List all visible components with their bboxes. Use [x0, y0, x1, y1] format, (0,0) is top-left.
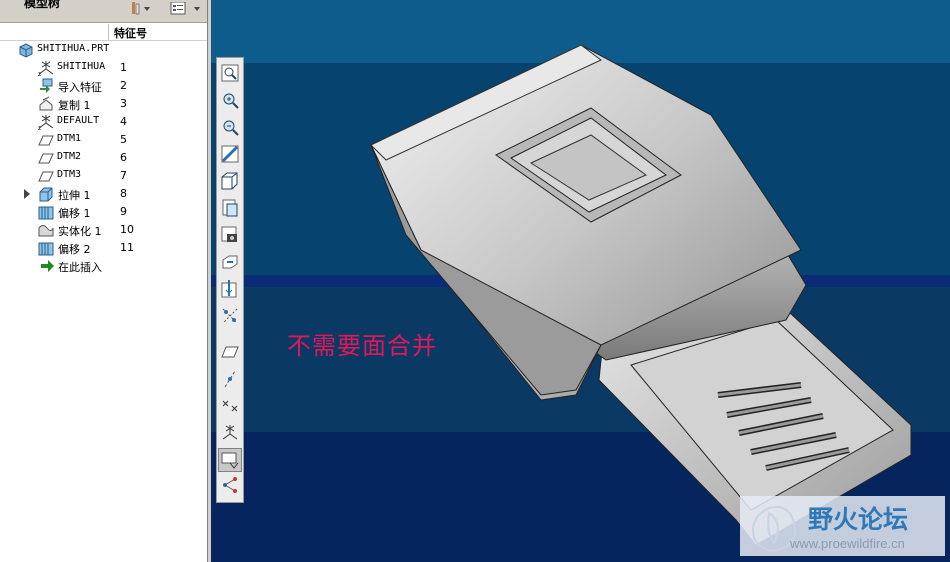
part-icon	[18, 42, 34, 58]
tree-item-label: 实体化 1	[58, 225, 102, 238]
svg-text:z: z	[38, 71, 41, 76]
tree-root-part[interactable]: SHITIHUA.PRT	[0, 41, 207, 59]
tree-item-label: 复制 1	[58, 99, 91, 112]
tree-item-label: 拉伸 1	[58, 189, 91, 202]
tree-item-label: SHITIHUA	[57, 61, 106, 72]
feature-number: 1	[120, 61, 127, 74]
feature-number: 10	[120, 223, 134, 236]
model-tree-panel: 模型树 特征号 SHITIHUA.PRT z SHITIHUA 1 导入特征 2	[0, 0, 208, 562]
tree-item-extrude-1[interactable]: 拉伸 1 8	[0, 185, 207, 203]
tree-item-solidify-1[interactable]: 实体化 1 10	[0, 221, 207, 239]
feature-number: 2	[120, 79, 127, 92]
datum-plane-icon	[38, 168, 54, 184]
csys-icon: z	[38, 60, 54, 78]
datum-plane-display-icon[interactable]	[219, 341, 241, 363]
model-tree-toggle-icon[interactable]	[219, 474, 241, 496]
tree-item-insert-here[interactable]: 在此插入	[0, 257, 207, 275]
feature-number: 4	[120, 115, 127, 128]
tree-item-default-csys[interactable]: z DEFAULT 4	[0, 113, 207, 132]
orient-icon[interactable]	[219, 170, 241, 192]
offset-icon	[38, 204, 54, 220]
view-toolbar	[216, 57, 244, 503]
repaint-icon[interactable]	[219, 143, 241, 165]
feature-number: 6	[120, 151, 127, 164]
tree-item-label: DEFAULT	[57, 115, 100, 126]
tree-column-header: 特征号	[0, 24, 207, 41]
feature-number: 7	[120, 169, 127, 182]
tree-item-label: 偏移 1	[58, 207, 91, 220]
model-tree-title: 模型树	[24, 0, 61, 10]
zoom-in-icon[interactable]	[219, 89, 241, 111]
import-feature-icon	[38, 78, 54, 94]
datum-point-display-icon[interactable]	[219, 305, 241, 327]
tree-item-shitihua[interactable]: z SHITIHUA 1	[0, 59, 207, 78]
tree-root-label: SHITIHUA.PRT	[37, 43, 110, 54]
tree-item-label: 偏移 2	[58, 243, 91, 256]
csys-on-off-icon[interactable]	[219, 422, 241, 444]
tree-item-offset-2[interactable]: 偏移 2 11	[0, 239, 207, 257]
logo-title: 野火论坛	[808, 505, 909, 534]
proewildfire-watermark-logo: 野火论坛 www.proewildfire.cn	[740, 496, 945, 556]
zoom-out-icon[interactable]	[219, 116, 241, 138]
feature-number: 9	[120, 205, 127, 218]
datum-plane-icon	[38, 150, 54, 166]
datum-plane-icon	[38, 132, 54, 148]
tree-item-dtm3[interactable]: DTM3 7	[0, 167, 207, 185]
spin-center-icon[interactable]	[219, 251, 241, 273]
model-tree-header: 模型树	[0, 0, 207, 23]
csys-icon: z	[38, 114, 54, 132]
graphics-viewport[interactable]: 不需要面合并	[211, 0, 950, 562]
tree-item-import-feature[interactable]: 导入特征 2	[0, 77, 207, 95]
svg-text:z: z	[38, 125, 41, 130]
tree-item-copy-1[interactable]: 复制 1 3	[0, 95, 207, 113]
feature-number: 3	[120, 97, 127, 110]
zoom-refit-icon[interactable]	[219, 62, 241, 84]
feature-number: 11	[120, 241, 134, 254]
tree-filter-icon[interactable]	[170, 1, 200, 15]
extrude-icon	[38, 186, 54, 202]
expand-arrow-icon[interactable]	[24, 189, 30, 199]
tree-item-label: DTM3	[57, 169, 82, 180]
feature-number: 8	[120, 187, 127, 200]
annotation-display-icon[interactable]	[218, 448, 242, 472]
copy-icon	[38, 96, 54, 112]
tree-item-offset-1[interactable]: 偏移 1 9	[0, 203, 207, 221]
tree-item-label: 在此插入	[58, 261, 102, 274]
solidify-icon	[38, 222, 54, 238]
offset-icon	[38, 240, 54, 256]
annotation-text: 不需要面合并	[287, 332, 437, 360]
datum-axis-display-icon[interactable]	[219, 278, 241, 300]
feature-number: 5	[120, 133, 127, 146]
feature-number-column-label: 特征号	[114, 27, 147, 40]
logo-url: www.proewildfire.cn	[790, 536, 905, 551]
axis-on-off-icon[interactable]	[219, 368, 241, 390]
tree-item-label: DTM1	[57, 133, 82, 144]
tree-item-dtm1[interactable]: DTM1 5	[0, 131, 207, 149]
tree-item-label: 导入特征	[58, 81, 102, 94]
tree-item-dtm2[interactable]: DTM2 6	[0, 149, 207, 167]
insert-here-arrow-icon	[40, 258, 56, 274]
usb-model-render[interactable]	[211, 0, 950, 562]
point-on-off-icon[interactable]	[219, 395, 241, 417]
tree-item-label: DTM2	[57, 151, 82, 162]
layers-icon[interactable]	[219, 224, 241, 246]
column-separator[interactable]	[108, 24, 109, 40]
saved-views-icon[interactable]	[219, 197, 241, 219]
show-settings-icon[interactable]	[128, 1, 150, 15]
